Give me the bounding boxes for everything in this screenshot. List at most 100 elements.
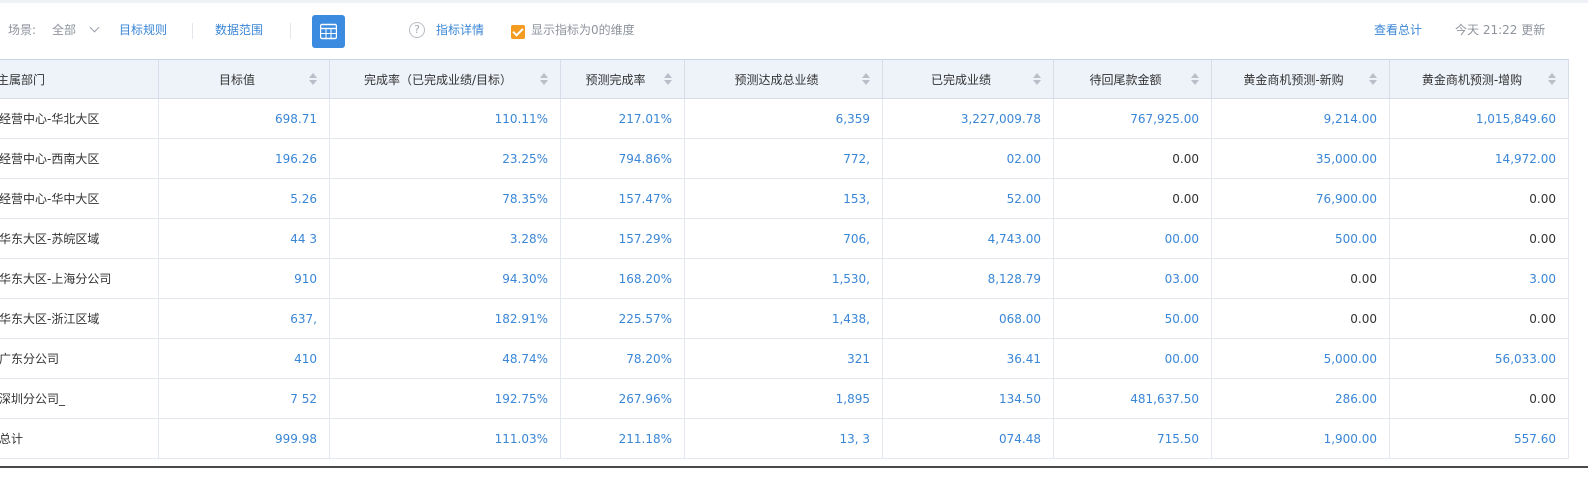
cell-gold-upsell[interactable]: 56,033.00 bbox=[1389, 338, 1569, 379]
cell-forecast-rate[interactable]: 267.96% bbox=[560, 378, 685, 419]
cell-completion-rate[interactable]: 192.75% bbox=[329, 378, 561, 419]
column-header-completed[interactable]: 已完成业绩 bbox=[882, 59, 1054, 99]
table-view-button[interactable] bbox=[312, 15, 345, 48]
cell-forecast-rate[interactable]: 211.18% bbox=[560, 418, 685, 459]
cell-pending-payment[interactable]: 0.00 bbox=[1053, 178, 1212, 219]
cell-gold-new[interactable]: 500.00 bbox=[1211, 218, 1390, 259]
cell-completed[interactable]: 068.00 bbox=[882, 298, 1054, 339]
scene-select[interactable]: 全部 bbox=[52, 8, 76, 52]
cell-target[interactable]: 698.71 bbox=[158, 98, 330, 139]
cell-forecast-rate[interactable]: 78.20% bbox=[560, 338, 685, 379]
cell-completion-rate[interactable]: 182.91% bbox=[329, 298, 561, 339]
cell-completion-rate[interactable]: 48.74% bbox=[329, 338, 561, 379]
cell-target[interactable]: 44 3 bbox=[158, 218, 330, 259]
cell-completion-rate[interactable]: 111.03% bbox=[329, 418, 561, 459]
cell-target[interactable]: 637, bbox=[158, 298, 330, 339]
cell-gold-upsell[interactable]: 0.00 bbox=[1389, 378, 1569, 419]
cell-completion-rate[interactable]: 94.30% bbox=[329, 258, 561, 299]
column-header-gold-upsell[interactable]: 黄金商机预测-增购 bbox=[1389, 59, 1569, 99]
cell-forecast-total[interactable]: 321 bbox=[684, 338, 883, 379]
cell-forecast-total[interactable]: 153, bbox=[684, 178, 883, 219]
cell-completion-rate[interactable]: 23.25% bbox=[329, 138, 561, 179]
cell-department: 深圳分公司_ bbox=[0, 378, 159, 419]
cell-completed[interactable]: 36.41 bbox=[882, 338, 1054, 379]
cell-gold-new[interactable]: 5,000.00 bbox=[1211, 338, 1390, 379]
cell-completion-rate[interactable]: 110.11% bbox=[329, 98, 561, 139]
cell-target[interactable]: 910 bbox=[158, 258, 330, 299]
cell-forecast-total[interactable]: 1,438, bbox=[684, 298, 883, 339]
cell-completed[interactable]: 02.00 bbox=[882, 138, 1054, 179]
cell-forecast-rate[interactable]: 217.01% bbox=[560, 98, 685, 139]
cell-gold-new[interactable]: 76,900.00 bbox=[1211, 178, 1390, 219]
cell-forecast-rate[interactable]: 157.29% bbox=[560, 218, 685, 259]
sort-arrows-icon[interactable] bbox=[1191, 73, 1199, 85]
cell-forecast-total[interactable]: 772, bbox=[684, 138, 883, 179]
cell-gold-upsell[interactable]: 0.00 bbox=[1389, 218, 1569, 259]
cell-forecast-total[interactable]: 1,530, bbox=[684, 258, 883, 299]
data-range-link[interactable]: 数据范围 bbox=[215, 8, 263, 52]
sort-arrows-icon[interactable] bbox=[1033, 73, 1041, 85]
cell-pending-payment[interactable]: 0.00 bbox=[1053, 138, 1212, 179]
cell-completed[interactable]: 134.50 bbox=[882, 378, 1054, 419]
cell-target[interactable]: 7 52 bbox=[158, 378, 330, 419]
cell-pending-payment[interactable]: 50.00 bbox=[1053, 298, 1212, 339]
table-row: 华东大区-苏皖区域 44 3 3.28% 157.29% 706, 4,743.00 00.… bbox=[0, 218, 1569, 259]
cell-pending-payment[interactable]: 00.00 bbox=[1053, 218, 1212, 259]
cell-completion-rate[interactable]: 78.35% bbox=[329, 178, 561, 219]
cell-completed[interactable]: 8,128.79 bbox=[882, 258, 1054, 299]
target-rules-link[interactable]: 目标规则 bbox=[119, 8, 167, 52]
cell-forecast-rate[interactable]: 168.20% bbox=[560, 258, 685, 299]
cell-forecast-total[interactable]: 706, bbox=[684, 218, 883, 259]
column-header-gold-new[interactable]: 黄金商机预测-新购 bbox=[1211, 59, 1390, 99]
cell-pending-payment[interactable]: 715.50 bbox=[1053, 418, 1212, 459]
cell-gold-new[interactable]: 35,000.00 bbox=[1211, 138, 1390, 179]
cell-gold-upsell[interactable]: 3.00 bbox=[1389, 258, 1569, 299]
cell-completed[interactable]: 3,227,009.78 bbox=[882, 98, 1054, 139]
cell-pending-payment[interactable]: 481,637.50 bbox=[1053, 378, 1212, 419]
cell-gold-upsell[interactable]: 0.00 bbox=[1389, 298, 1569, 339]
sort-arrows-icon[interactable] bbox=[540, 73, 548, 85]
cell-completed[interactable]: 074.48 bbox=[882, 418, 1054, 459]
column-header-completion-rate[interactable]: 完成率（已完成业绩/目标） bbox=[329, 59, 561, 99]
sort-arrows-icon[interactable] bbox=[664, 73, 672, 85]
cell-forecast-rate[interactable]: 225.57% bbox=[560, 298, 685, 339]
view-total-link[interactable]: 查看总计 bbox=[1374, 8, 1422, 52]
cell-gold-new[interactable]: 1,900.00 bbox=[1211, 418, 1390, 459]
cell-gold-upsell[interactable]: 14,972.00 bbox=[1389, 138, 1569, 179]
sort-arrows-icon[interactable] bbox=[862, 73, 870, 85]
sort-arrows-icon[interactable] bbox=[1548, 73, 1556, 85]
cell-forecast-total[interactable]: 1,895 bbox=[684, 378, 883, 419]
cell-forecast-total[interactable]: 13, 3 bbox=[684, 418, 883, 459]
column-header-forecast-rate[interactable]: 预测完成率 bbox=[560, 59, 685, 99]
column-header-pending-payment[interactable]: 待回尾款金额 bbox=[1053, 59, 1212, 99]
cell-gold-new[interactable]: 9,214.00 bbox=[1211, 98, 1390, 139]
cell-target[interactable]: 196.26 bbox=[158, 138, 330, 179]
cell-pending-payment[interactable]: 03.00 bbox=[1053, 258, 1212, 299]
sort-arrows-icon[interactable] bbox=[309, 73, 317, 85]
cell-gold-upsell[interactable]: 1,015,849.60 bbox=[1389, 98, 1569, 139]
cell-forecast-total[interactable]: 6,359 bbox=[684, 98, 883, 139]
cell-gold-upsell[interactable]: 0.00 bbox=[1389, 178, 1569, 219]
sort-arrows-icon[interactable] bbox=[1369, 73, 1377, 85]
metric-details-link[interactable]: 指标详情 bbox=[436, 8, 484, 52]
cell-completion-rate[interactable]: 3.28% bbox=[329, 218, 561, 259]
table-row: 华东大区-上海分公司 910 94.30% 168.20% 1,530, 8,128.79… bbox=[0, 258, 1569, 299]
cell-target[interactable]: 999.98 bbox=[158, 418, 330, 459]
question-circle-icon[interactable]: ? bbox=[409, 22, 425, 38]
column-header-forecast-total[interactable]: 预测达成总业绩 bbox=[684, 59, 883, 99]
cell-completed[interactable]: 4,743.00 bbox=[882, 218, 1054, 259]
cell-target[interactable]: 410 bbox=[158, 338, 330, 379]
chevron-down-icon[interactable] bbox=[89, 22, 100, 33]
cell-gold-new[interactable]: 0.00 bbox=[1211, 258, 1390, 299]
cell-forecast-rate[interactable]: 157.47% bbox=[560, 178, 685, 219]
cell-pending-payment[interactable]: 767,925.00 bbox=[1053, 98, 1212, 139]
cell-forecast-rate[interactable]: 794.86% bbox=[560, 138, 685, 179]
cell-completed[interactable]: 52.00 bbox=[882, 178, 1054, 219]
cell-gold-new[interactable]: 286.00 bbox=[1211, 378, 1390, 419]
column-header-target[interactable]: 目标值 bbox=[158, 59, 330, 99]
show-zero-checkbox[interactable] bbox=[511, 25, 525, 39]
cell-pending-payment[interactable]: 00.00 bbox=[1053, 338, 1212, 379]
cell-gold-new[interactable]: 0.00 bbox=[1211, 298, 1390, 339]
cell-gold-upsell[interactable]: 557.60 bbox=[1389, 418, 1569, 459]
cell-target[interactable]: 5.26 bbox=[158, 178, 330, 219]
